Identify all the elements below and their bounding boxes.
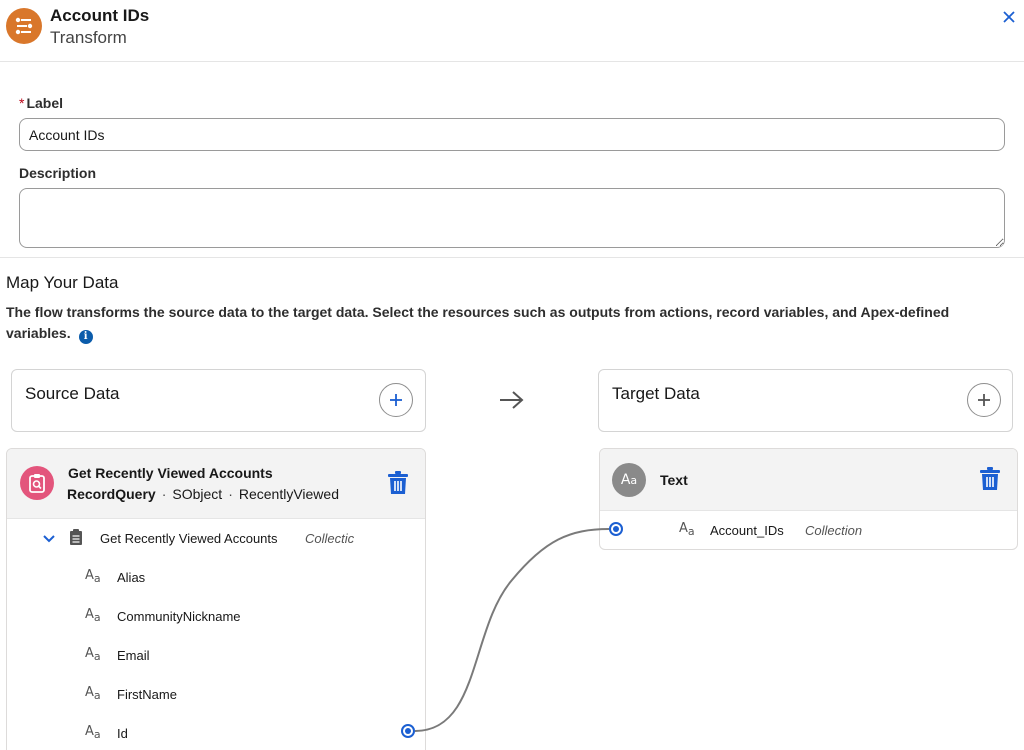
meta-separator: · (161, 486, 167, 502)
source-field[interactable]: CommunityNickname (117, 609, 241, 624)
trash-icon (388, 471, 408, 494)
source-field[interactable]: Email (117, 648, 150, 663)
label-input[interactable] (19, 118, 1005, 151)
add-target-button[interactable] (967, 383, 1001, 417)
text-type-icon: Aa (85, 646, 101, 663)
text-type-icon: Aa (85, 568, 101, 585)
delete-source-button[interactable] (387, 471, 411, 497)
source-kind: SObject (172, 486, 223, 502)
close-button[interactable] (998, 6, 1020, 28)
text-type-icon: Aa (679, 521, 695, 538)
close-icon (1003, 11, 1015, 23)
record-query-icon (20, 466, 54, 500)
map-data-title: Map Your Data (6, 273, 119, 292)
source-field[interactable]: Alias (117, 570, 145, 585)
required-marker: * (19, 95, 25, 111)
arrow-right-icon (500, 391, 524, 409)
source-data-box: Source Data (11, 369, 426, 432)
text-type-icon: Aa (85, 724, 101, 741)
source-field[interactable]: FirstName (117, 687, 177, 702)
collection-group-label: Get Recently Viewed Accounts (100, 531, 278, 546)
delete-target-button[interactable] (979, 467, 1003, 493)
description-field-label: Description (19, 165, 97, 181)
description-textarea[interactable] (19, 188, 1005, 248)
add-source-button[interactable] (379, 383, 413, 417)
info-icon[interactable]: i (78, 330, 93, 344)
transform-icon (6, 8, 42, 44)
target-field[interactable]: Account_IDs (710, 523, 784, 538)
source-card-meta: RecordQuery · SObject · RecentlyViewed (67, 486, 339, 502)
trash-icon (980, 467, 1000, 490)
source-data-title: Source Data (25, 384, 120, 403)
collapse-toggle[interactable] (43, 531, 55, 546)
text-type-icon: Aa (85, 607, 101, 624)
source-port-id[interactable] (401, 724, 415, 738)
source-card: Get Recently Viewed Accounts RecordQuery… (6, 448, 426, 750)
collection-group-tag: Collectic (305, 531, 355, 546)
map-data-description-text: The flow transforms the source data to t… (6, 304, 950, 341)
source-field[interactable]: Id (117, 726, 128, 741)
clipboard-icon (69, 529, 83, 549)
source-name: RecentlyViewed (238, 486, 339, 502)
source-type: RecordQuery (67, 486, 156, 502)
target-field-tag: Collection (805, 523, 863, 538)
meta-separator: · (228, 486, 233, 502)
plus-icon (978, 394, 990, 406)
section-divider (0, 257, 1024, 258)
panel-title: Account IDs (50, 6, 150, 25)
text-type-icon: Aa (85, 685, 101, 702)
label-field-label: * Label (19, 95, 63, 111)
target-card-title: Text (660, 472, 688, 488)
target-card-header: Aa Text (600, 449, 1017, 511)
source-card-title: Get Recently Viewed Accounts (68, 465, 273, 481)
panel-header: Account IDs Transform (0, 0, 1024, 62)
plus-icon (390, 394, 402, 406)
target-data-title: Target Data (612, 384, 700, 403)
map-data-description: The flow transforms the source data to t… (6, 302, 1006, 344)
text-type-icon: Aa (612, 463, 646, 497)
label-field-text: Label (26, 95, 64, 111)
target-port-account-ids[interactable] (609, 522, 623, 536)
target-data-box: Target Data (598, 369, 1013, 432)
target-card: Aa Text Aa Account_IDs Collection (599, 448, 1018, 550)
source-card-header: Get Recently Viewed Accounts RecordQuery… (7, 449, 425, 519)
panel-subtitle: Transform (50, 28, 127, 47)
chevron-down-icon (43, 535, 55, 543)
